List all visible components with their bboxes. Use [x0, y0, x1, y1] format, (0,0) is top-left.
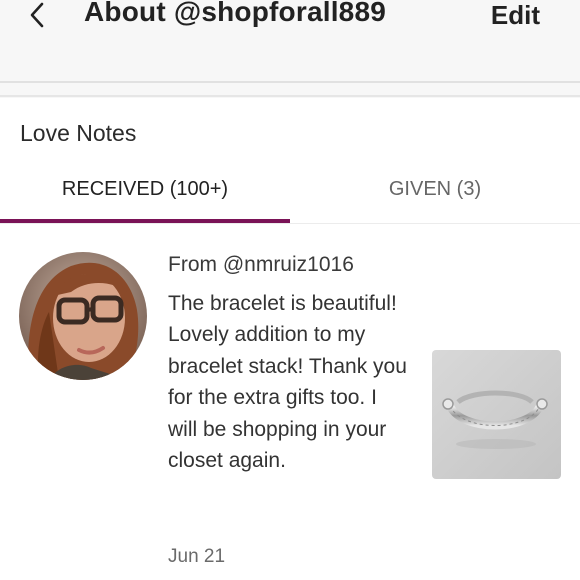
tab-given[interactable]: GIVEN (3): [290, 178, 580, 201]
note-author[interactable]: From @nmruiz1016: [168, 253, 354, 277]
divider: [0, 81, 580, 83]
edit-button[interactable]: Edit: [491, 0, 540, 31]
section-title: Love Notes: [20, 120, 137, 146]
note-date: Jun 21: [168, 546, 226, 567]
product-image[interactable]: [432, 350, 561, 479]
divider: [0, 95, 580, 97]
top-bar: About @shopforall889 Edit: [0, 0, 580, 62]
page-title: About @shopforall889: [84, 0, 386, 27]
tab-received[interactable]: RECEIVED (100+): [0, 178, 290, 201]
tab-divider: [0, 223, 580, 224]
separator-band: [0, 62, 580, 98]
note-message: The bracelet is beautiful! Lovely additi…: [168, 292, 407, 473]
back-chevron-icon[interactable]: [22, 0, 52, 30]
avatar[interactable]: [19, 252, 147, 380]
